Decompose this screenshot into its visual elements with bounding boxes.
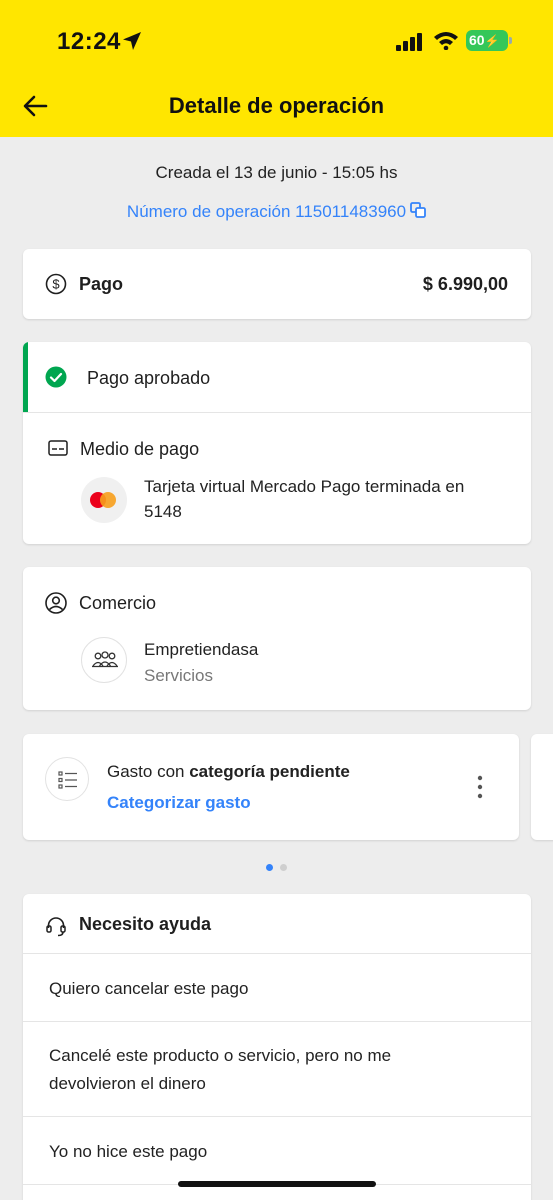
- help-card: Necesito ayuda Quiero cancelar este pago…: [23, 894, 531, 1200]
- merchant-category: Servicios: [144, 666, 213, 685]
- battery-tip: [509, 37, 512, 44]
- merchant-card: Comercio Empretiendasa Servicios: [23, 567, 531, 710]
- help-divider: [23, 953, 531, 954]
- home-indicator[interactable]: [178, 1181, 376, 1187]
- dollar-circle-icon: $: [45, 273, 67, 295]
- headset-icon: [46, 917, 66, 937]
- mastercard-logo: [81, 477, 127, 523]
- location-arrow-icon: [123, 32, 141, 50]
- check-circle-icon: [45, 366, 67, 388]
- merchant-name: Empretiendasa: [144, 640, 259, 659]
- payment-method-line2: 5148: [144, 502, 182, 521]
- copy-icon[interactable]: [410, 202, 426, 218]
- list-icon-circle: [45, 757, 89, 801]
- help-title: Necesito ayuda: [79, 914, 212, 934]
- group-icon: [92, 651, 118, 668]
- status-divider: [23, 412, 531, 413]
- status-time: 12:24: [57, 28, 121, 55]
- wifi-icon: [434, 32, 458, 50]
- more-options-icon[interactable]: [470, 773, 490, 801]
- payment-amount: $ 6.990,00: [422, 274, 508, 294]
- help-divider: [23, 1021, 531, 1022]
- payment-method-line1: Tarjeta virtual Mercado Pago terminada e…: [144, 477, 465, 496]
- expense-prefix: Gasto con: [107, 762, 190, 781]
- help-item-label: Cancelé este producto o servicio, pero n…: [49, 1046, 392, 1065]
- help-item-label-line2: devolvieron el dinero: [49, 1074, 206, 1093]
- next-carousel-card[interactable]: [531, 734, 553, 840]
- charging-bolt-icon: ⚡: [484, 34, 500, 48]
- payment-card: $ Pago $ 6.990,00: [23, 249, 531, 319]
- mastercard-orange-circle: [100, 492, 116, 508]
- help-item-cancel-payment[interactable]: Quiero cancelar este pago: [49, 975, 248, 1003]
- user-circle-icon: [45, 592, 67, 614]
- cellular-signal-icon: [396, 33, 422, 51]
- expense-category-card[interactable]: Gasto con categoría pendiente Categoriza…: [23, 734, 519, 840]
- help-item-not-my-payment[interactable]: Yo no hice este pago: [49, 1138, 207, 1166]
- help-item-label: Quiero cancelar este pago: [49, 979, 249, 998]
- payment-method-title: Medio de pago: [80, 439, 200, 459]
- status-label: Pago aprobado: [87, 368, 211, 388]
- payment-status-card: Pago aprobado Medio de pago Tarjeta virt…: [23, 342, 531, 544]
- card-icon: [48, 440, 68, 456]
- battery-level: 60: [469, 32, 485, 48]
- expense-emphasis: categoría pendiente: [189, 762, 350, 781]
- page-title: Detalle de operación: [168, 93, 385, 118]
- created-date: Creada el 13 de junio - 15:05 hs: [155, 163, 398, 182]
- merchant-title: Comercio: [79, 593, 157, 613]
- svg-text:$: $: [52, 277, 60, 292]
- pager-dot-active: [266, 864, 273, 871]
- help-item-label: Yo no hice este pago: [49, 1142, 208, 1161]
- help-item-refund-missing[interactable]: Cancelé este producto o servicio, pero n…: [49, 1042, 391, 1098]
- operation-number-link[interactable]: Número de operación 115011483960: [0, 202, 553, 222]
- status-accent-bar: [23, 342, 28, 412]
- operation-number: Número de operación 115011483960: [126, 202, 407, 221]
- payment-label: Pago: [79, 274, 124, 294]
- categorize-expense-link[interactable]: Categorizar gasto: [107, 793, 251, 813]
- list-icon: [58, 771, 77, 789]
- pager-dot: [280, 864, 287, 871]
- merchant-avatar: [81, 637, 127, 683]
- battery-indicator: 60⚡: [466, 30, 508, 51]
- expense-text: Gasto con categoría pendiente: [107, 762, 350, 782]
- help-divider: [23, 1116, 531, 1117]
